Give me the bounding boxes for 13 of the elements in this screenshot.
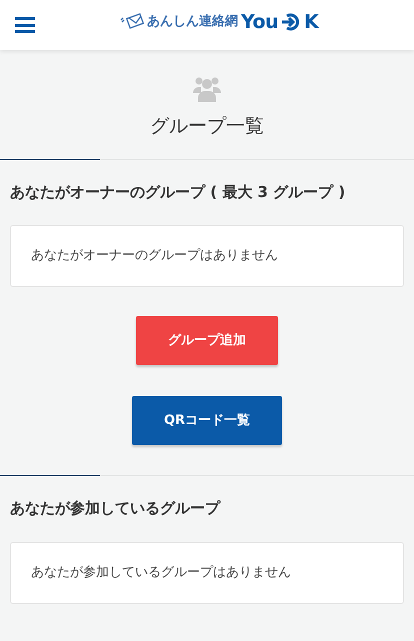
empty-card: あなたがオーナーのグループはありません — [10, 225, 404, 287]
empty-card: あなたが参加しているグループはありません — [10, 542, 404, 604]
logo-text: あんしん連絡網 — [147, 13, 238, 32]
group-icon — [193, 76, 221, 102]
menu-icon[interactable] — [15, 17, 35, 33]
section-heading: あなたがオーナーのグループ ( 最大 3 グループ ) — [10, 182, 346, 202]
logo-text: You — [241, 12, 278, 32]
page-title: グループ一覧 — [150, 114, 264, 139]
qr-code-list-button[interactable]: QRコード一覧 — [132, 396, 282, 445]
section-heading: あなたが参加しているグループ — [10, 498, 222, 519]
add-group-button[interactable]: グループ追加 — [136, 316, 278, 365]
envelope-icon — [120, 12, 144, 32]
logo-text: K — [304, 12, 319, 32]
